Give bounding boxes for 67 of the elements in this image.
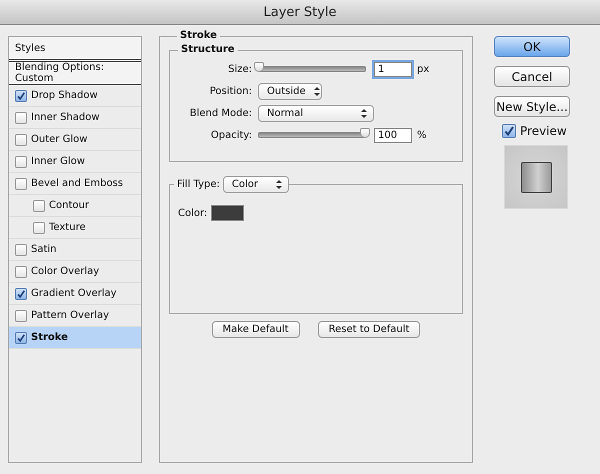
window-title: Layer Style xyxy=(0,0,600,25)
updown-arrow-icon xyxy=(361,108,367,118)
style-label: Texture xyxy=(49,222,86,233)
dialog-button[interactable]: Reset to Default xyxy=(318,321,420,338)
updown-arrow-icon xyxy=(314,86,320,96)
style-label: Outer Glow xyxy=(31,134,88,145)
checkbox[interactable] xyxy=(15,90,27,102)
checkbox[interactable] xyxy=(15,332,27,344)
styles-header[interactable]: Styles xyxy=(9,37,141,62)
unit-label: % xyxy=(417,130,427,140)
preview-thumbnail xyxy=(504,145,568,209)
checkbox[interactable] xyxy=(15,156,27,168)
style-item[interactable]: Stroke xyxy=(9,327,141,349)
style-label: Satin xyxy=(31,244,57,255)
style-item[interactable]: Satin xyxy=(9,239,141,261)
checkbox-label: Preview xyxy=(520,124,567,138)
checkbox[interactable] xyxy=(15,266,27,278)
style-item[interactable]: Contour xyxy=(9,195,141,217)
dropdown[interactable]: Outside xyxy=(258,82,322,100)
number-field[interactable]: 1 xyxy=(374,62,412,76)
style-label: Pattern Overlay xyxy=(31,310,110,321)
slider-thumb[interactable] xyxy=(360,128,370,138)
style-item[interactable]: Color Overlay xyxy=(9,261,141,283)
section-title: Stroke xyxy=(177,30,220,41)
field-label: Color: xyxy=(178,208,208,218)
style-label: Color Overlay xyxy=(31,266,100,277)
dialog-button[interactable]: OK xyxy=(494,36,570,57)
style-item[interactable]: Gradient Overlay xyxy=(9,283,141,305)
dropdown[interactable]: Normal xyxy=(258,104,374,122)
style-label: Drop Shadow xyxy=(31,90,98,101)
checkbox[interactable] xyxy=(33,222,45,234)
style-item[interactable]: Inner Glow xyxy=(9,151,141,173)
field-label: Blend Mode: xyxy=(188,108,253,118)
style-item[interactable]: Drop Shadow xyxy=(9,85,141,107)
style-label: Inner Shadow xyxy=(31,112,100,123)
checkbox[interactable] xyxy=(15,134,27,146)
group-title: Structure xyxy=(178,44,238,55)
dropdown[interactable]: Color xyxy=(222,176,289,193)
field-label: Position: xyxy=(208,86,253,96)
checkbox[interactable] xyxy=(15,310,27,322)
field-label: Fill Type: xyxy=(174,179,223,190)
dialog-button[interactable]: Cancel xyxy=(494,66,570,87)
style-label: Bevel and Emboss xyxy=(31,178,123,189)
style-label: Gradient Overlay xyxy=(31,288,117,299)
style-item[interactable]: Texture xyxy=(9,217,141,239)
dialog-button[interactable]: Make Default xyxy=(212,321,300,338)
updown-arrow-icon xyxy=(276,180,282,189)
field-label: Size: xyxy=(227,64,253,74)
slider-thumb[interactable] xyxy=(254,62,264,72)
checkbox[interactable] xyxy=(502,124,516,138)
style-label: Contour xyxy=(49,200,89,211)
unit-label: px xyxy=(417,64,430,74)
style-label: Inner Glow xyxy=(31,156,85,167)
number-field[interactable]: 100 xyxy=(374,128,412,142)
color-swatch[interactable] xyxy=(211,205,244,221)
checkbox[interactable] xyxy=(15,178,27,190)
checkbox[interactable] xyxy=(33,200,45,212)
checkbox[interactable] xyxy=(15,288,27,300)
style-label: Stroke xyxy=(31,332,68,343)
style-item[interactable]: Outer Glow xyxy=(9,129,141,151)
style-item[interactable]: Inner Shadow xyxy=(9,107,141,129)
blending-options-item[interactable]: Blending Options: Custom xyxy=(9,62,141,85)
field-label: Opacity: xyxy=(210,130,253,140)
checkbox[interactable] xyxy=(15,244,27,256)
checkbox[interactable] xyxy=(15,112,27,124)
dialog-button[interactable]: New Style... xyxy=(494,96,570,117)
style-item[interactable]: Bevel and Emboss xyxy=(9,173,141,195)
